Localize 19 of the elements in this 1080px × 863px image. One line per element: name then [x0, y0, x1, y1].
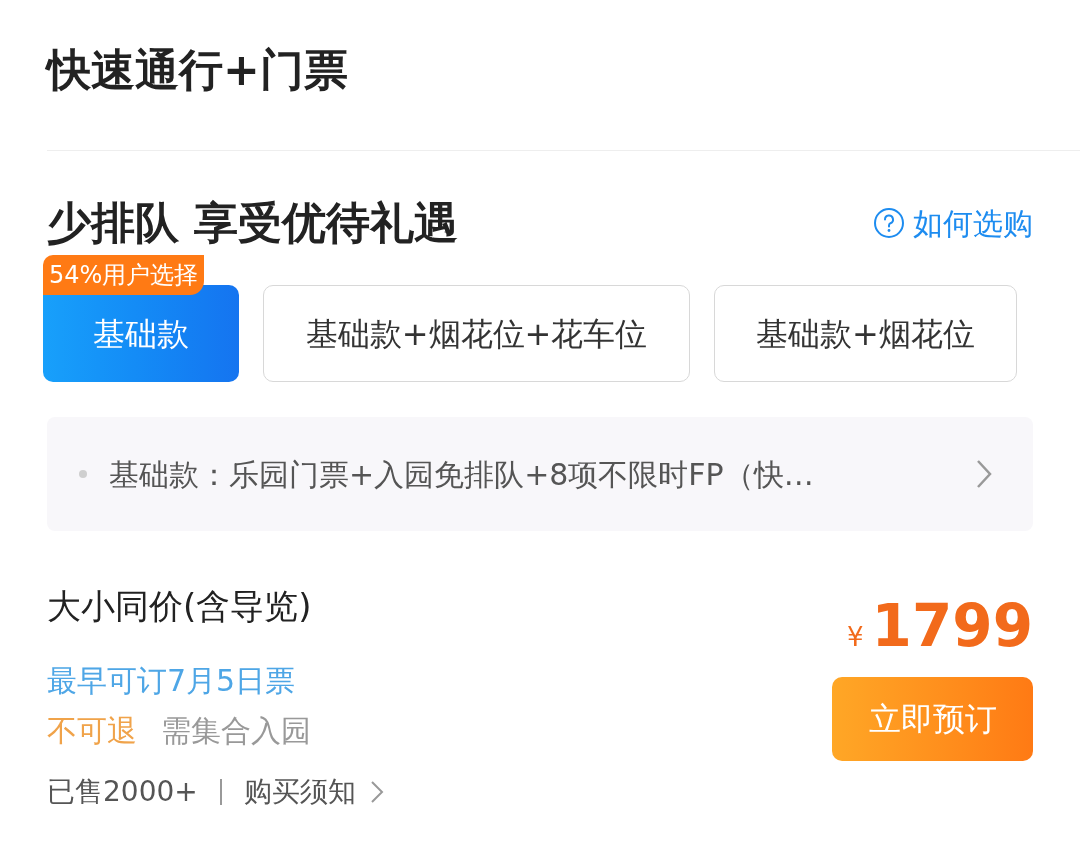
currency-symbol: ¥: [847, 621, 864, 654]
page-title: 快速通行+门票: [47, 43, 348, 97]
availability-text: 最早可订7月5日票: [47, 662, 296, 700]
option-tab[interactable]: 基础款+烟花位+花车位: [263, 285, 690, 382]
description-row[interactable]: 基础款：乐园门票+入园免排队+8项不限时FP（快…: [47, 417, 1033, 531]
description-text: 基础款：乐园门票+入园免排队+8项不限时FP（快…: [109, 455, 815, 494]
sold-count: 已售2000+: [47, 774, 198, 810]
product-tag: 需集合入园: [161, 711, 311, 751]
option-tab[interactable]: 基础款+烟花位: [714, 285, 1017, 382]
price: 1799: [871, 591, 1033, 661]
bullet-icon: [79, 470, 87, 478]
chevron-right-icon: [975, 458, 993, 490]
chevron-right-icon: [369, 779, 384, 805]
help-icon: [873, 207, 905, 239]
product-name: 大小同价(含导览): [47, 585, 312, 628]
product-tag: 不可退: [47, 711, 137, 751]
notice-link[interactable]: 购买须知: [243, 771, 384, 813]
section-heading: 少排队 享受优待礼遇: [47, 196, 459, 250]
popularity-badge: 54%用户选择: [43, 255, 205, 295]
